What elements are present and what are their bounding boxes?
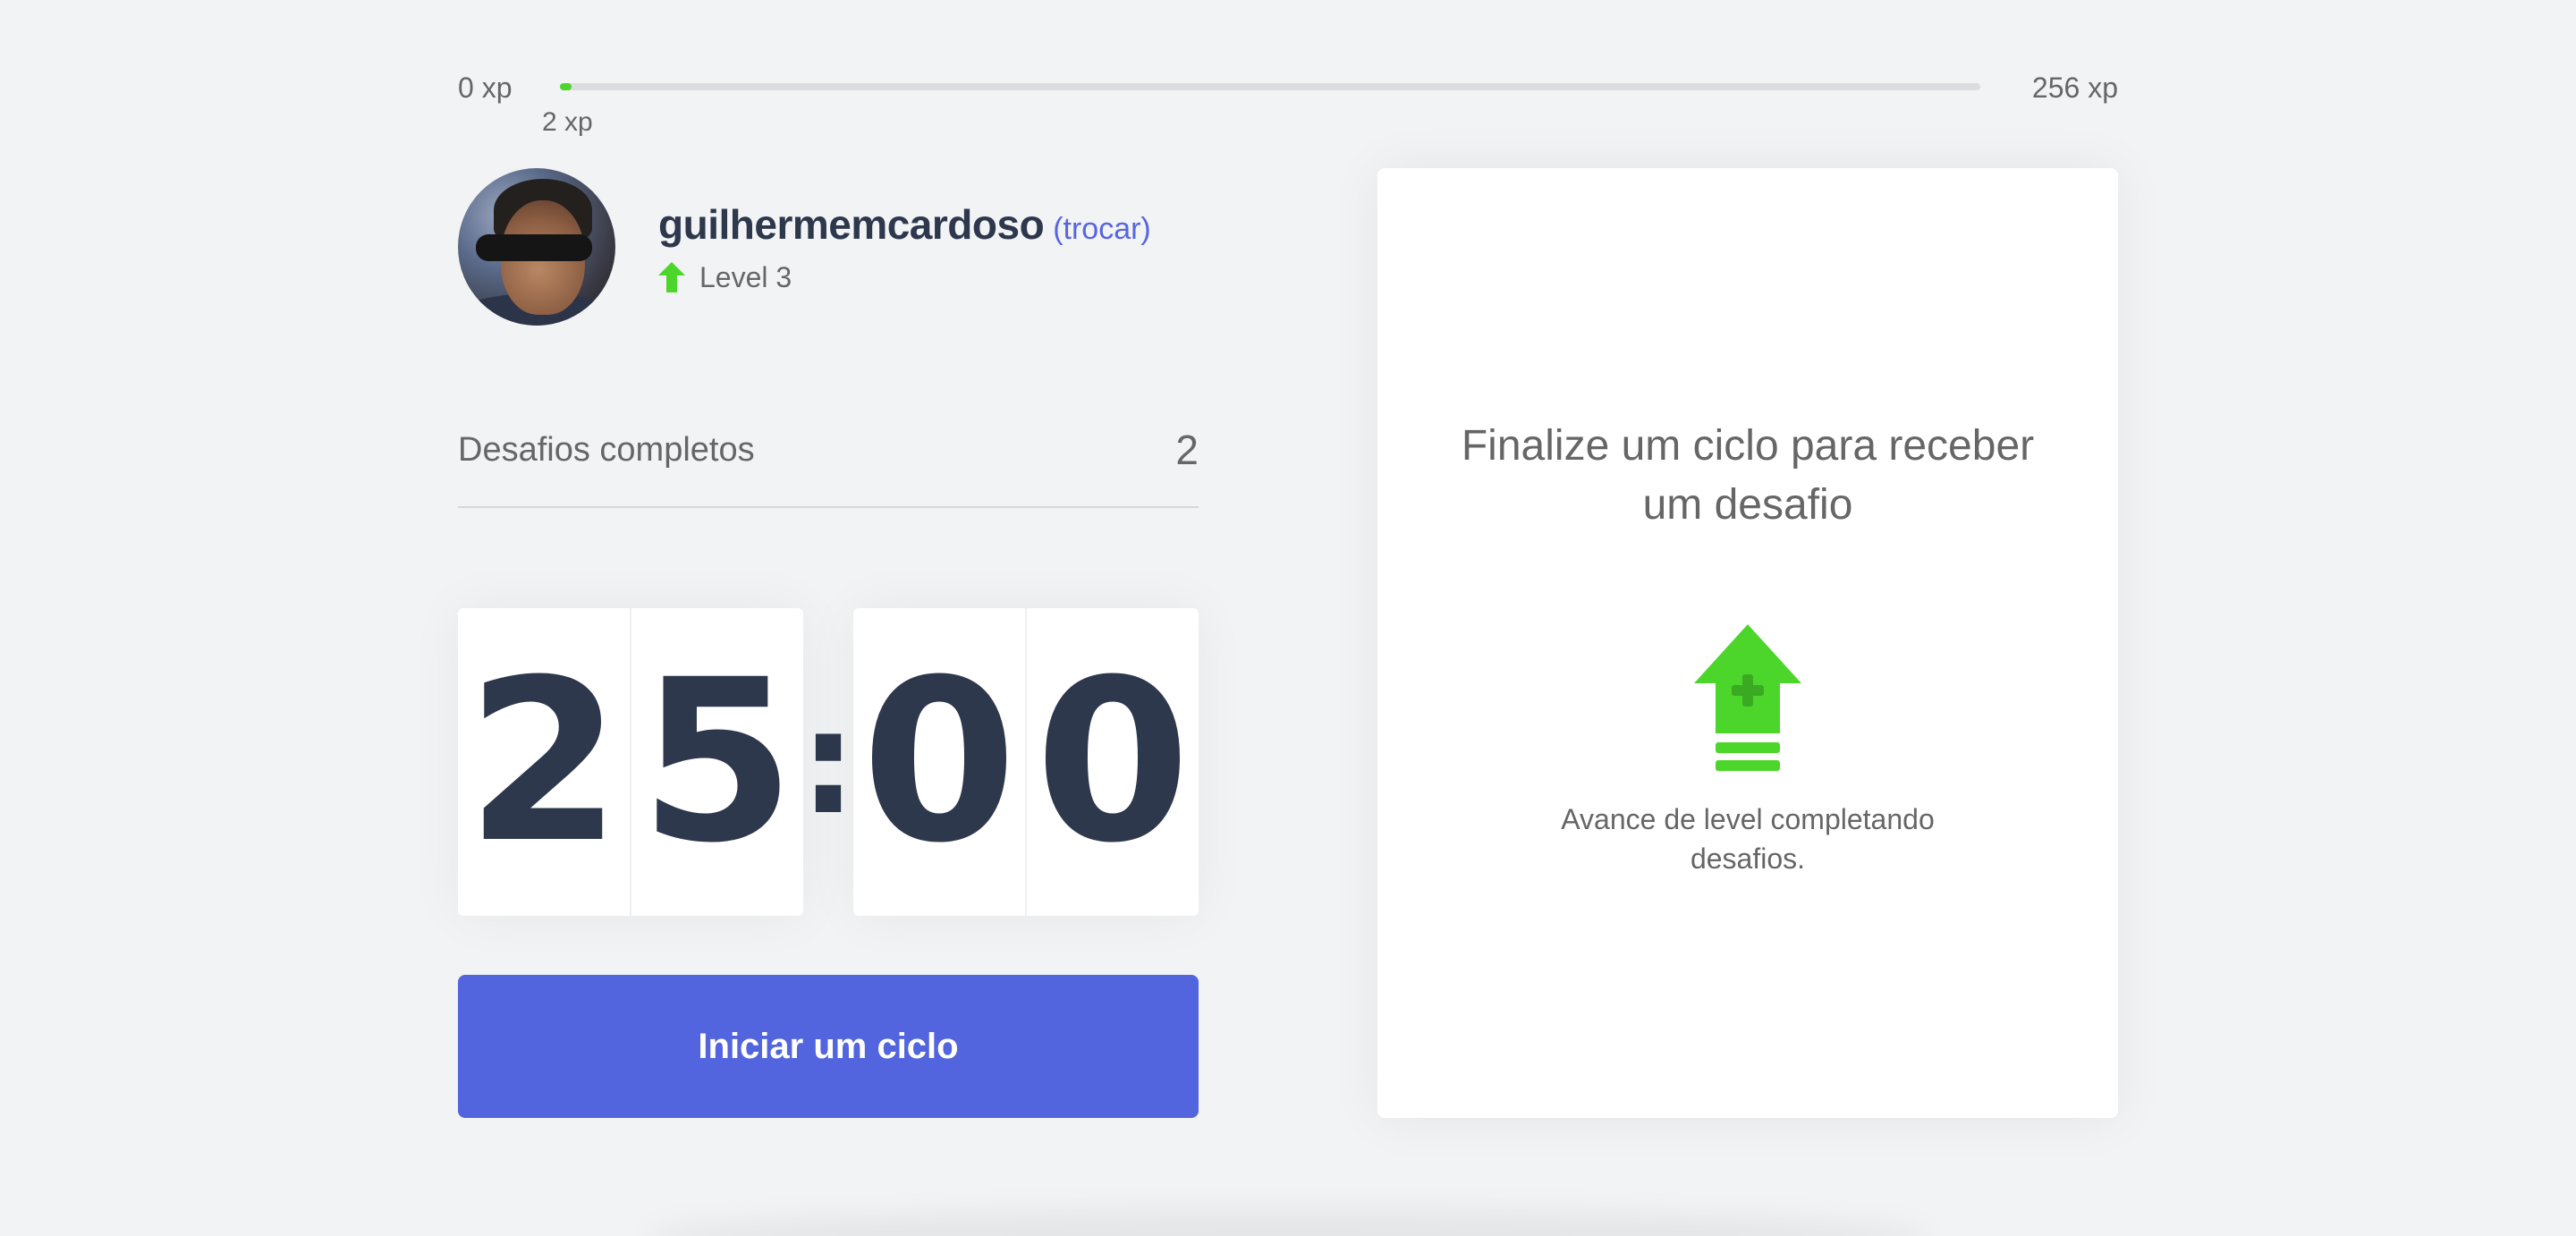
seconds-ones-digit: 0 — [1025, 608, 1199, 916]
minutes-tens-digit: 2 — [466, 631, 622, 892]
challenge-box-title: Finalize um ciclo para receber um desafi… — [1461, 422, 2035, 529]
completed-challenges-count: 2 — [1175, 427, 1199, 473]
username-line: guilhermemcardoso (trocar) — [658, 200, 1151, 249]
minutes-ones-digit: 5 — [630, 608, 803, 916]
xp-current-label: 2 xp — [542, 107, 593, 137]
completed-challenges-label: Desafios completos — [458, 431, 755, 469]
username: guilhermemcardoso — [658, 200, 1045, 248]
level-up-arrow-icon — [658, 262, 685, 292]
avatar — [458, 168, 615, 326]
xp-track — [560, 83, 1980, 90]
challenge-box-description: Avance de level completando desafios. — [1561, 803, 1935, 875]
profile: guilhermemcardoso (trocar) Level 3 — [458, 168, 1151, 326]
level-line: Level 3 — [658, 261, 1151, 294]
level-label: Level 3 — [699, 260, 792, 293]
time-separator: : — [800, 678, 857, 846]
profile-info: guilhermemcardoso (trocar) Level 3 — [658, 200, 1151, 294]
level-up-icon — [1694, 624, 1801, 771]
completed-challenges: Desafios completos 2 — [458, 420, 1199, 508]
app-page: 0 xp 2 xp 256 xp guilhermemcardoso (troc… — [0, 0, 2576, 1236]
xp-progress-fill — [560, 83, 572, 90]
switch-user-link[interactable]: (trocar) — [1053, 212, 1151, 247]
challenge-box: Finalize um ciclo para receber um desafi… — [1377, 168, 2118, 1118]
seconds-display: 0 0 — [853, 608, 1199, 916]
xp-max-label: 256 xp — [2031, 72, 2118, 104]
countdown-timer: 2 5 : 0 0 — [458, 608, 1199, 916]
experience-bar: 0 xp 2 xp 256 xp — [458, 68, 2118, 148]
minutes-display: 2 5 — [458, 608, 803, 916]
start-cycle-button[interactable]: Iniciar um ciclo — [458, 975, 1199, 1118]
xp-min-label: 0 xp — [458, 72, 513, 104]
seconds-tens-digit: 0 — [861, 631, 1017, 892]
footer-shadow — [644, 1209, 1932, 1236]
